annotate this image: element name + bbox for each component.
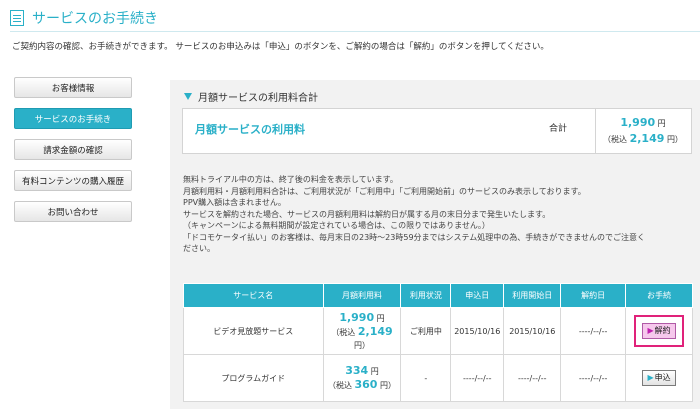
summary-total-label: 合計: [549, 124, 568, 134]
tax-prefix: （税込: [327, 381, 352, 390]
fee-amount: 1,990: [339, 310, 375, 324]
fee-amount: 334: [345, 364, 369, 377]
sidebar-item-customer-info[interactable]: お客様情報: [14, 77, 132, 98]
notes: 無料トライアル中の方は、終了後の料金を表示しています。 月額利用料・月額利用料合…: [183, 174, 698, 255]
table-row: プログラムガイド 334 円 （税込 360 円） - ----/--/-- -…: [183, 354, 693, 402]
note-line: （キャンペーンによる無料期間が設定されている場合は、この限りではありません。）: [183, 221, 490, 230]
sidebar-item-service-procedures[interactable]: サービスのお手続き: [14, 108, 132, 129]
cancel-date: ----/--/--: [560, 354, 627, 402]
procedure-cell: ▶解約: [625, 307, 693, 355]
tax-suffix: 円）: [380, 381, 397, 390]
service-fee: 1,990 円 （税込 2,149 円）: [322, 307, 402, 355]
page-header: サービスのお手続き: [10, 8, 158, 28]
summary-tax-suffix: 円）: [666, 135, 683, 144]
summary-tax-amount: 2,149: [629, 132, 665, 145]
apply-button-label: 申込: [654, 373, 671, 382]
tax-prefix: （税込: [331, 327, 356, 337]
note-line: 月額利用料・月額利用料合計は、ご利用状況が「ご利用中」「ご利用開始前」のサービス…: [183, 186, 586, 196]
note-line: サービスを解約された場合、サービスの月額利用料は解約日が属する月の末日分まで発生…: [183, 209, 551, 219]
section-title: 月額サービスの利用料合計: [184, 89, 318, 104]
col-header-procedure: お手続: [625, 283, 693, 308]
start-date: ----/--/--: [503, 354, 562, 402]
services-table: サービス名 月額利用料 利用状況 申込日 利用開始日 解約日 お手続 ビデオ見放…: [183, 283, 693, 402]
service-name: ビデオ見放題サービス: [183, 307, 324, 355]
highlight-box: ▶解約: [634, 315, 684, 347]
note-line: 無料トライアル中の方は、終了後の料金を表示しています。: [183, 175, 398, 184]
tax-amount: 360: [354, 378, 378, 391]
table-header-row: サービス名 月額利用料 利用状況 申込日 利用開始日 解約日 お手続: [183, 283, 693, 308]
service-status: -: [400, 354, 452, 402]
start-date: 2015/10/16: [503, 307, 562, 355]
monthly-summary-box: 月額サービスの利用料 合計 1,990 円 （税込 2,149 円）: [182, 108, 692, 154]
summary-price: 1,990 円 （税込 2,149 円）: [595, 115, 691, 147]
summary-amount: 1,990: [620, 116, 656, 129]
play-arrow-icon: ▶: [647, 373, 654, 382]
service-fee: 334 円 （税込 360 円）: [322, 354, 402, 402]
triangle-down-icon: [184, 93, 192, 100]
intro-text: ご契約内容の確認、お手続きができます。 サービスのお申込みは「申込」のボタンを、…: [12, 42, 549, 52]
sidebar-item-contact[interactable]: お問い合わせ: [14, 201, 132, 222]
summary-label: 月額サービスの利用料: [195, 123, 305, 136]
header-divider: [10, 31, 700, 32]
table-row: ビデオ見放題サービス 1,990 円 （税込 2,149 円） ご利用中 201…: [183, 307, 693, 355]
applied-date: 2015/10/16: [450, 307, 505, 355]
page-title: サービスのお手続き: [32, 11, 158, 27]
cancel-date: ----/--/--: [560, 307, 627, 355]
procedure-cell: ▶申込: [625, 354, 693, 402]
col-header-applied-date: 申込日: [450, 283, 505, 308]
cancel-button[interactable]: ▶解約: [642, 323, 676, 339]
col-header-cancel-date: 解約日: [560, 283, 627, 308]
cancel-button-label: 解約: [654, 326, 671, 335]
play-arrow-icon: ▶: [647, 326, 654, 335]
note-line: 「ドコモケータイ払い」のお客様は、毎月末日の23時〜23時59分まではシステム処…: [183, 232, 646, 242]
sidebar-item-purchase-history[interactable]: 有料コンテンツの購入履歴: [14, 170, 132, 191]
note-line: ださい。: [183, 244, 215, 253]
summary-yen: 円: [657, 119, 666, 128]
main-panel: 月額サービスの利用料合計 月額サービスの利用料 合計 1,990 円 （税込 2…: [170, 80, 700, 409]
col-header-start-date: 利用開始日: [503, 283, 562, 308]
service-status: ご利用中: [400, 307, 452, 355]
tax-amount: 2,149: [357, 324, 393, 338]
sidebar-item-billing[interactable]: 請求金額の確認: [14, 139, 132, 160]
col-header-status: 利用状況: [400, 283, 452, 308]
col-header-service-name: サービス名: [183, 283, 324, 308]
service-name: プログラムガイド: [183, 354, 324, 402]
document-icon: [10, 10, 24, 26]
summary-tax-prefix: （税込: [603, 135, 628, 144]
fee-unit: 円: [370, 367, 379, 376]
note-line: PPV購入額は含まれません。: [183, 198, 286, 207]
section-title-text: 月額サービスの利用料合計: [198, 93, 318, 104]
col-header-monthly-fee: 月額利用料: [322, 283, 402, 308]
apply-button[interactable]: ▶申込: [642, 370, 676, 386]
tax-suffix: 円）: [353, 340, 370, 350]
applied-date: ----/--/--: [450, 354, 505, 402]
fee-unit: 円: [376, 313, 385, 323]
sidebar: お客様情報 サービスのお手続き 請求金額の確認 有料コンテンツの購入履歴 お問い…: [14, 77, 132, 232]
